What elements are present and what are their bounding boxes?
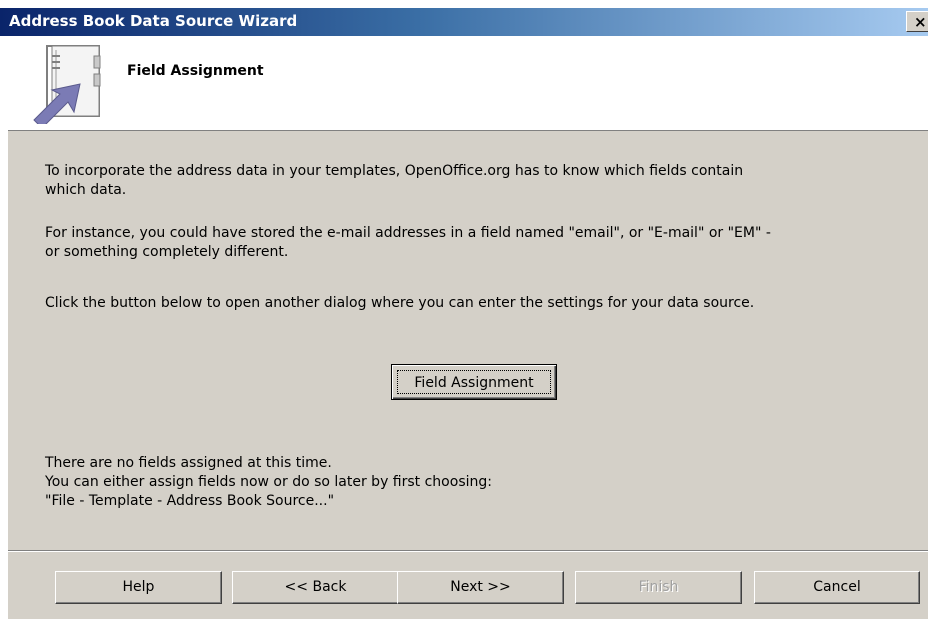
example-line-1: For instance, you could have stored the … bbox=[45, 225, 771, 241]
page-title: Field Assignment bbox=[127, 63, 264, 79]
field-assignment-button[interactable]: Field Assignment bbox=[391, 364, 557, 400]
window-title: Address Book Data Source Wizard bbox=[9, 12, 298, 30]
field-assignment-label: Field Assignment bbox=[397, 370, 551, 394]
status-text: There are no fields assigned at this tim… bbox=[45, 454, 492, 511]
finish-button[interactable]: Finish bbox=[575, 571, 742, 604]
example-line-2: or something completely different. bbox=[45, 244, 289, 260]
close-button[interactable]: × bbox=[906, 11, 928, 32]
title-bar[interactable]: Address Book Data Source Wizard × bbox=[0, 8, 928, 36]
instruction-paragraph: Click the button below to open another d… bbox=[45, 295, 755, 311]
button-separator bbox=[8, 550, 928, 552]
example-paragraph: For instance, you could have stored the … bbox=[45, 224, 771, 262]
cancel-button[interactable]: Cancel bbox=[754, 571, 920, 604]
intro-paragraph: To incorporate the address data in your … bbox=[45, 162, 743, 200]
address-book-icon bbox=[30, 44, 110, 129]
help-button[interactable]: Help bbox=[55, 571, 222, 604]
wizard-header: Field Assignment bbox=[8, 36, 928, 131]
intro-line-2: which data. bbox=[45, 182, 127, 198]
back-button[interactable]: << Back bbox=[232, 571, 399, 604]
status-line-3: "File - Template - Address Book Source..… bbox=[45, 493, 335, 509]
intro-line-1: To incorporate the address data in your … bbox=[45, 163, 744, 179]
next-button[interactable]: Next >> bbox=[397, 571, 564, 604]
status-line-1: There are no fields assigned at this tim… bbox=[45, 455, 332, 471]
status-line-2: You can either assign fields now or do s… bbox=[45, 474, 492, 490]
